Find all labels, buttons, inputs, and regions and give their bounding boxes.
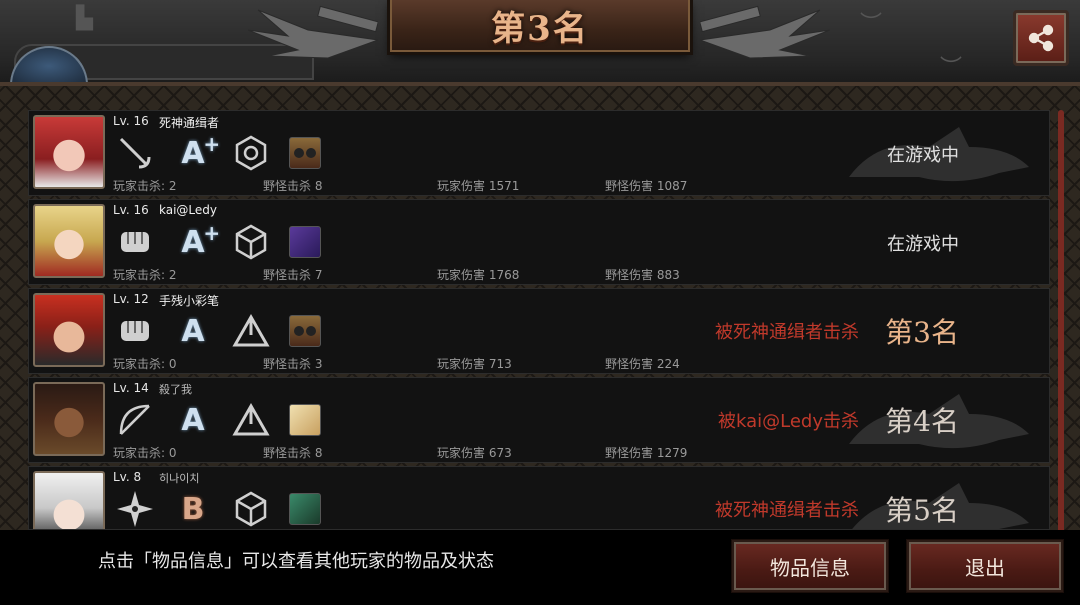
- player-damage: 玩家伤害 1571: [437, 179, 520, 193]
- exit-button[interactable]: 退出: [907, 540, 1063, 592]
- purple-scroll-icon[interactable]: [289, 226, 321, 258]
- bird-icon: ︶: [860, 12, 883, 37]
- player-row: Lv. 8 히나이치 B 被死神通缉者击杀 第5名: [28, 466, 1050, 530]
- cube-icon: [231, 489, 271, 529]
- player-kills: 玩家击杀: 2: [113, 179, 177, 193]
- monster-damage: 野怪伤害 224: [605, 357, 680, 371]
- grade-badge: A +: [181, 131, 221, 171]
- player-kills: 玩家击杀: 2: [113, 268, 177, 282]
- monster-kills: 野怪击杀 8: [263, 179, 323, 193]
- character-portrait: [33, 382, 105, 456]
- grade-badge: A: [181, 313, 205, 349]
- grade-badge: A +: [181, 220, 221, 260]
- gun-wings-left-icon: [248, 5, 378, 59]
- player-row: Lv. 14 殺了我 A 玩家击杀: 0 野怪击杀 8 玩家伤害 673 野怪伤…: [28, 377, 1050, 463]
- character-portrait: [33, 115, 105, 189]
- killed-by-text: 被死神通缉者击杀: [715, 500, 859, 521]
- binoculars-icon[interactable]: [289, 315, 321, 347]
- player-name: 殺了我: [159, 383, 192, 396]
- killed-by-text: 被kai@Ledy击杀: [717, 411, 859, 432]
- player-damage: 玩家伤害 1768: [437, 268, 520, 282]
- shuriken-icon: [115, 489, 155, 529]
- killed-by-text: 被死神通缉者击杀: [715, 322, 859, 343]
- triangle-icon: [231, 311, 271, 351]
- player-level: Lv. 16: [113, 203, 149, 217]
- glove-icon: [115, 222, 155, 262]
- results-scrollbar[interactable]: [1058, 110, 1064, 535]
- player-level: Lv. 14: [113, 381, 149, 395]
- character-portrait: [33, 293, 105, 367]
- monster-kills: 野怪击杀 8: [263, 446, 323, 460]
- hint-text: 点击「物品信息」可以查看其他玩家的物品及状态: [98, 551, 494, 572]
- final-rank: 第3名: [885, 316, 959, 349]
- monster-kills: 野怪击杀 7: [263, 268, 323, 282]
- rank-title-plate: 第3名: [390, 0, 690, 52]
- player-level: Lv. 8: [113, 470, 142, 484]
- player-row: Lv. 12 手残小彩笔 A 玩家击杀: 0 野怪击杀 3 玩家伤害 713 野…: [28, 288, 1050, 374]
- bandage-icon[interactable]: [289, 404, 321, 436]
- in-game-status: 在游戏中: [887, 234, 959, 255]
- share-icon: [1028, 24, 1054, 52]
- character-portrait: [33, 204, 105, 278]
- character-portrait: [33, 471, 105, 529]
- player-name: 死神通缉者: [159, 116, 220, 130]
- player-damage: 玩家伤害 713: [437, 357, 512, 371]
- player-name: 手残小彩笔: [159, 294, 220, 308]
- rank-title: 第3名: [491, 8, 589, 49]
- triangle-icon: [231, 400, 271, 440]
- player-kills: 玩家击杀: 0: [113, 357, 177, 371]
- green-potion-icon[interactable]: [289, 493, 321, 525]
- gun-wings-right-icon: [700, 5, 830, 59]
- bird-icon: ︶: [940, 56, 963, 81]
- grade-badge: B: [181, 491, 205, 527]
- player-kills: 玩家击杀: 0: [113, 446, 177, 460]
- monster-damage: 野怪伤害 1087: [605, 179, 688, 193]
- player-name: kai@Ledy: [159, 203, 218, 217]
- item-info-button[interactable]: 物品信息: [732, 540, 888, 592]
- monster-kills: 野怪击杀 3: [263, 357, 323, 371]
- player-row: Lv. 16 kai@Ledy A + 玩家击杀: 2 野怪击杀 7 玩家伤害 1…: [28, 199, 1050, 285]
- grade-badge: A: [181, 402, 205, 438]
- binoculars-icon[interactable]: [289, 137, 321, 169]
- player-level: Lv. 16: [113, 114, 149, 128]
- monster-damage: 野怪伤害 1279: [605, 446, 688, 460]
- in-game-status: 在游戏中: [887, 145, 959, 166]
- share-button[interactable]: [1013, 10, 1069, 66]
- player-level: Lv. 12: [113, 292, 149, 306]
- player-row: Lv. 16 死神通缉者 A + 玩家击杀: 2 野怪击杀 8 玩家伤害 1571…: [28, 110, 1050, 196]
- cube-icon: [231, 222, 271, 262]
- tower-silhouette-icon: ▙: [76, 6, 93, 31]
- final-rank: 第4名: [885, 405, 959, 438]
- player-name: 히나이치: [159, 472, 200, 485]
- bow-icon: [115, 400, 155, 440]
- final-rank: 第5名: [885, 494, 959, 527]
- monster-damage: 野怪伤害 883: [605, 268, 680, 282]
- rapier-icon: [115, 133, 155, 173]
- hex-crystal-icon: [231, 133, 271, 173]
- glove-icon: [115, 311, 155, 351]
- player-damage: 玩家伤害 673: [437, 446, 512, 460]
